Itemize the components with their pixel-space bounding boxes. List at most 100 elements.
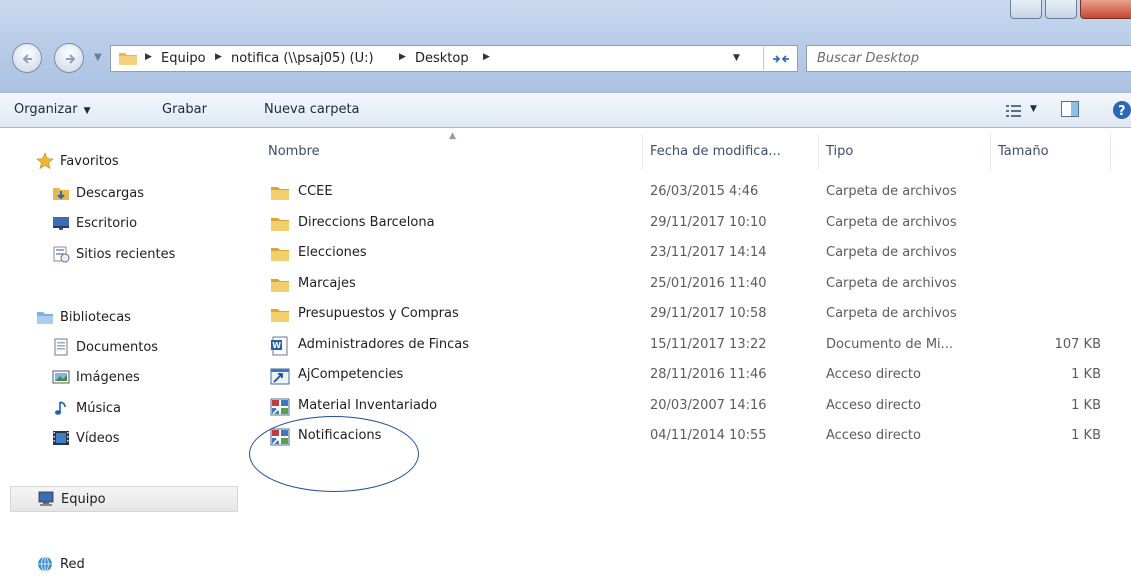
- column-header-name[interactable]: Nombre: [268, 144, 320, 159]
- nav-item-label: Música: [76, 400, 121, 416]
- window-chrome: ▼ ▶ Equipo ▶ notifica (\\psaj05) (U:) ▶ …: [0, 0, 1131, 92]
- breadcrumb-equipo[interactable]: Equipo: [161, 51, 206, 66]
- close-button[interactable]: [1080, 0, 1131, 19]
- nav-network-label: Red: [60, 556, 85, 572]
- column-header-row: ▲ Nombre Fecha de modifica... Tipo Tamañ…: [246, 128, 1131, 172]
- folder-icon: [270, 275, 290, 295]
- minimize-button[interactable]: [1010, 0, 1042, 19]
- file-type: Carpeta de archivos: [826, 306, 957, 321]
- downloads-icon: [53, 188, 69, 200]
- back-button[interactable]: [12, 43, 42, 73]
- file-size: 1 KB: [1071, 428, 1101, 443]
- recent-pages-dropdown[interactable]: ▼: [94, 52, 102, 63]
- new-folder-button[interactable]: Nueva carpeta: [264, 102, 360, 117]
- file-date: 26/03/2015 4:46: [650, 184, 759, 199]
- view-list-icon: [1006, 105, 1021, 117]
- documents-icon: [54, 338, 68, 356]
- file-type: Documento de Mi...: [826, 336, 954, 352]
- file-name: Elecciones: [298, 245, 367, 260]
- svg-text:?: ?: [1118, 104, 1126, 119]
- file-name: CCEE: [298, 184, 333, 199]
- nav-item-recent-places[interactable]: Sitios recientes: [52, 242, 175, 266]
- folder-icon: [270, 214, 290, 234]
- file-name: Presupuestos y Compras: [298, 306, 459, 321]
- file-size: 107 KB: [1054, 336, 1101, 352]
- nav-item-label: Escritorio: [76, 215, 138, 231]
- search-input[interactable]: Buscar Desktop: [806, 45, 1131, 72]
- videos-icon: [53, 431, 69, 445]
- view-options-button[interactable]: ▼: [1006, 102, 1046, 120]
- file-row[interactable]: Direccions Barcelona 29/11/2017 10:10 Carp…: [246, 209, 1131, 239]
- file-row[interactable]: Elecciones 23/11/2017 14:14 Carpeta de arc…: [246, 239, 1131, 269]
- organize-menu-button[interactable]: Organizar ▼: [14, 102, 90, 117]
- desktop-icon: [53, 217, 69, 230]
- file-row[interactable]: CCEE 26/03/2015 4:46 Carpeta de archivos: [246, 178, 1131, 208]
- column-divider[interactable]: [642, 134, 643, 170]
- column-header-type[interactable]: Tipo: [826, 144, 853, 159]
- file-name: Marcajes: [298, 275, 356, 291]
- search-placeholder: Buscar Desktop: [817, 51, 920, 66]
- file-type: Carpeta de archivos: [826, 245, 957, 260]
- nav-item-desktop[interactable]: Escritorio: [52, 211, 137, 235]
- breadcrumb-separator-icon[interactable]: ▶: [483, 52, 490, 62]
- preview-pane-icon: [1061, 101, 1079, 117]
- maximize-button[interactable]: [1045, 0, 1077, 19]
- file-date: 25/01/2016 11:40: [650, 275, 767, 291]
- column-divider[interactable]: [818, 134, 819, 170]
- folder-icon: [270, 305, 290, 325]
- file-date: 04/11/2014 10:55: [650, 428, 767, 443]
- file-row[interactable]: AjCompetencies 28/11/2016 11:46 Acceso dir…: [246, 361, 1131, 391]
- address-bar[interactable]: ▶ Equipo ▶ notifica (\\psaj05) (U:) ▶ De…: [110, 45, 798, 72]
- network-icon: [38, 556, 52, 572]
- folder-icon: [119, 53, 137, 65]
- file-type: Acceso directo: [826, 397, 921, 413]
- breadcrumb-separator-icon[interactable]: ▶: [399, 52, 406, 62]
- refresh-button[interactable]: [763, 47, 796, 70]
- sort-ascending-icon: ▲: [449, 131, 456, 141]
- column-header-date[interactable]: Fecha de modifica...: [650, 144, 781, 159]
- address-dropdown-icon[interactable]: ▼: [733, 53, 740, 63]
- nav-libraries[interactable]: Bibliotecas: [36, 305, 131, 329]
- nav-item-label: Descargas: [76, 185, 145, 201]
- help-button[interactable]: ?: [1112, 100, 1131, 120]
- computer-icon: [38, 491, 54, 506]
- nav-computer[interactable]: Equipo: [10, 486, 238, 512]
- column-divider[interactable]: [990, 134, 991, 170]
- preview-pane-button[interactable]: [1061, 101, 1081, 119]
- nav-favorites[interactable]: Favoritos: [36, 149, 119, 173]
- file-name: Material Inventariado: [298, 397, 438, 413]
- file-row[interactable]: Material Inventariado 20/03/2007 14:16 Acc…: [246, 392, 1131, 422]
- nav-network[interactable]: Red: [36, 552, 85, 576]
- file-row[interactable]: Marcajes 25/01/2016 11:40 Carpeta de archi…: [246, 270, 1131, 300]
- nav-item-documents[interactable]: Documentos: [52, 335, 158, 359]
- nav-item-label: Vídeos: [76, 430, 120, 446]
- file-name: AjCompetencies: [298, 367, 404, 382]
- nav-item-music[interactable]: Música: [52, 396, 121, 420]
- column-header-size[interactable]: Tamaño: [998, 144, 1049, 159]
- burn-button[interactable]: Grabar: [162, 102, 207, 117]
- column-divider[interactable]: [1110, 134, 1111, 170]
- file-type: Carpeta de archivos: [826, 275, 957, 291]
- file-type: Carpeta de archivos: [826, 214, 957, 230]
- organize-label: Organizar: [14, 102, 78, 117]
- file-date: 29/11/2017 10:58: [650, 306, 767, 321]
- breadcrumb-desktop[interactable]: Desktop: [415, 51, 469, 66]
- nav-item-videos[interactable]: Vídeos: [52, 426, 119, 450]
- breadcrumb-separator-icon[interactable]: ▶: [145, 52, 152, 62]
- breadcrumb-drive[interactable]: notifica (\\psaj05) (U:): [231, 51, 374, 66]
- nav-computer-label: Equipo: [61, 491, 106, 507]
- file-type: Acceso directo: [826, 428, 921, 443]
- forward-button[interactable]: [54, 43, 84, 73]
- nav-item-downloads[interactable]: Descargas: [52, 181, 144, 205]
- nav-libraries-label: Bibliotecas: [60, 309, 131, 325]
- file-row[interactable]: W Administradores de Fincas 15/11/2017 13:…: [246, 331, 1131, 361]
- file-type: Carpeta de archivos: [826, 184, 957, 199]
- chevron-down-icon: ▼: [1030, 104, 1037, 114]
- folder-icon: [270, 244, 290, 264]
- file-row[interactable]: Presupuestos y Compras 29/11/2017 10:58 Ca…: [246, 300, 1131, 330]
- file-name: Direccions Barcelona: [298, 214, 435, 230]
- breadcrumb-separator-icon[interactable]: ▶: [215, 52, 222, 62]
- nav-item-pictures[interactable]: Imágenes: [52, 365, 140, 389]
- forward-arrow-icon: [66, 54, 76, 64]
- chevron-down-icon: ▼: [83, 106, 91, 116]
